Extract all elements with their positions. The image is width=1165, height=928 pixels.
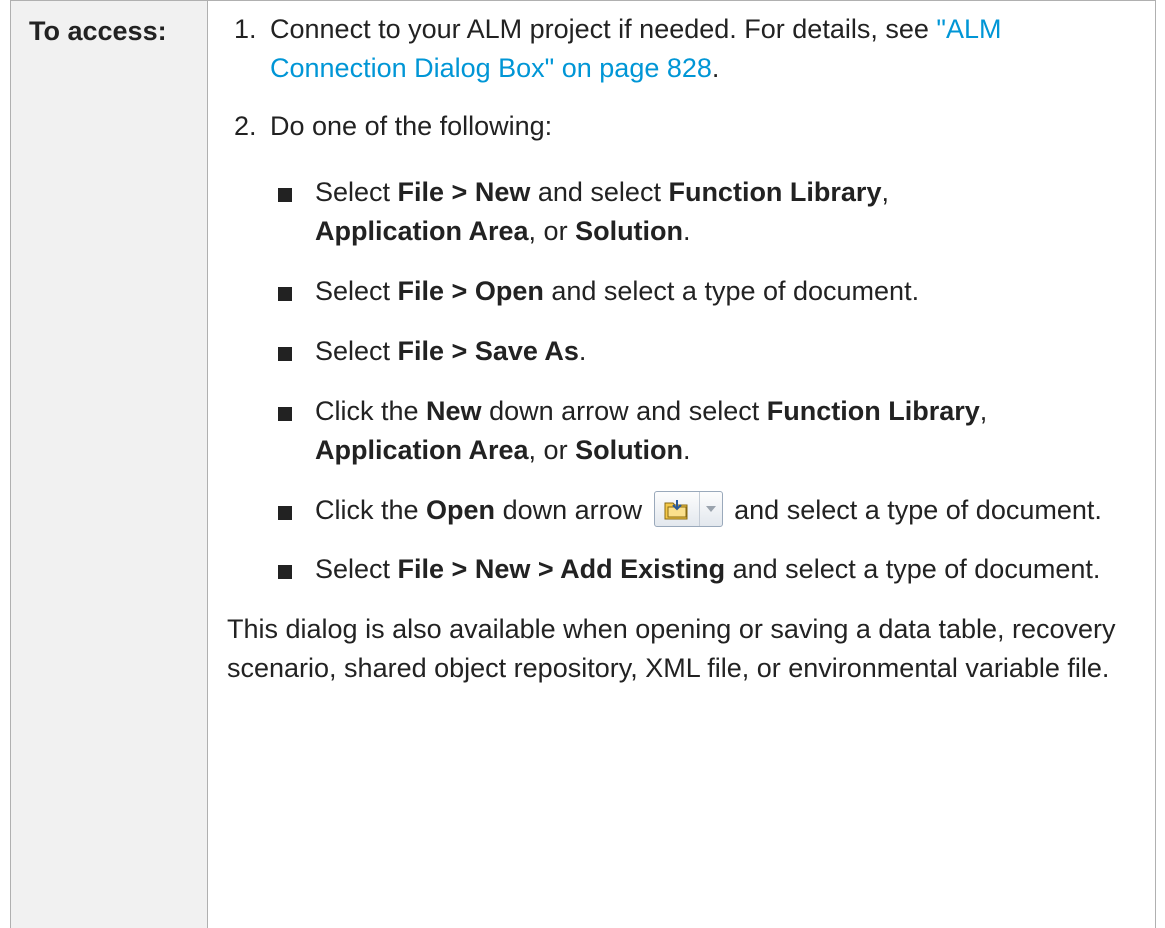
list-item: Select File > Save As. — [227, 332, 1145, 371]
bullet-text: Select File > Open and select a type of … — [315, 276, 920, 306]
bullet-text: Select File > New > Add Existing and sel… — [315, 554, 1101, 584]
bullet-square-icon — [278, 407, 292, 421]
open-folder-icon — [655, 491, 700, 526]
step-body: Do one of the following: — [270, 107, 1145, 146]
bullet-square-icon — [278, 565, 292, 579]
access-label: To access: — [29, 16, 167, 46]
step-number: 1. — [234, 14, 257, 44]
step-number: 2. — [234, 111, 257, 141]
bullet-text: Select File > New and select Function Li… — [315, 177, 889, 246]
access-table: To access: 1. Connect to your ALM projec… — [10, 0, 1156, 928]
step-1: 1. Connect to your ALM project if needed… — [227, 10, 1145, 88]
bullet-text: Select File > Save As. — [315, 336, 587, 366]
step-text: Connect to your ALM project if needed. F… — [270, 10, 1145, 88]
step-text-part: . — [711, 53, 720, 83]
step-text: Do one of the following: — [270, 111, 553, 141]
bullet-square-icon — [278, 506, 292, 520]
bullet-text: Click the Open down arrow and select a t… — [315, 490, 1145, 530]
label-cell: To access: — [11, 1, 208, 928]
open-folder-dropdown-icon — [653, 490, 723, 527]
list-item: Click the Open down arrow and select a t… — [227, 490, 1145, 530]
step-text-part: Connect to your ALM project if needed. F… — [270, 14, 937, 44]
list-item: Click the New down arrow and select Func… — [227, 392, 1145, 470]
bullet-square-icon — [278, 188, 292, 202]
list-item: Select File > Open and select a type of … — [227, 272, 1145, 311]
content-cell: 1. Connect to your ALM project if needed… — [208, 1, 1155, 928]
step-2: 2. Do one of the following: — [227, 107, 1145, 146]
chevron-down-icon — [700, 492, 722, 526]
availability-note: This dialog is also available when openi… — [227, 614, 1116, 683]
bullet-square-icon — [278, 347, 292, 361]
options-list: Select File > New and select Function Li… — [227, 173, 1145, 589]
list-item: Select File > New > Add Existing and sel… — [227, 550, 1145, 589]
bullet-square-icon — [278, 287, 292, 301]
bullet-text: Click the New down arrow and select Func… — [315, 396, 988, 465]
list-item: Select File > New and select Function Li… — [227, 173, 1145, 251]
